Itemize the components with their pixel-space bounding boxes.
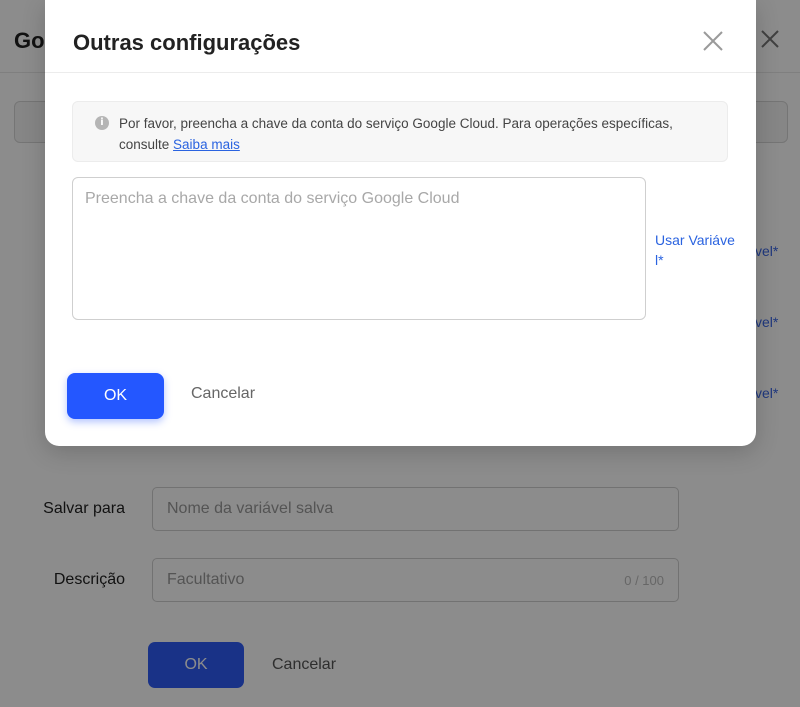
modal-title: Outras configurações	[73, 30, 301, 55]
close-icon[interactable]	[700, 28, 726, 54]
info-text: Por favor, preencha a chave da conta do …	[119, 113, 699, 155]
modal-divider	[45, 72, 756, 73]
cancel-button[interactable]: Cancelar	[191, 385, 255, 403]
other-settings-modal: Outras configurações i Por favor, preenc…	[45, 0, 756, 446]
ok-button[interactable]: OK	[67, 373, 164, 419]
service-account-key-input[interactable]	[72, 177, 646, 320]
use-variable-link[interactable]: Usar Variável*	[655, 230, 735, 270]
learn-more-link[interactable]: Saiba mais	[173, 137, 240, 152]
info-notice: i Por favor, preencha a chave da conta d…	[72, 101, 728, 162]
info-icon: i	[95, 116, 109, 130]
